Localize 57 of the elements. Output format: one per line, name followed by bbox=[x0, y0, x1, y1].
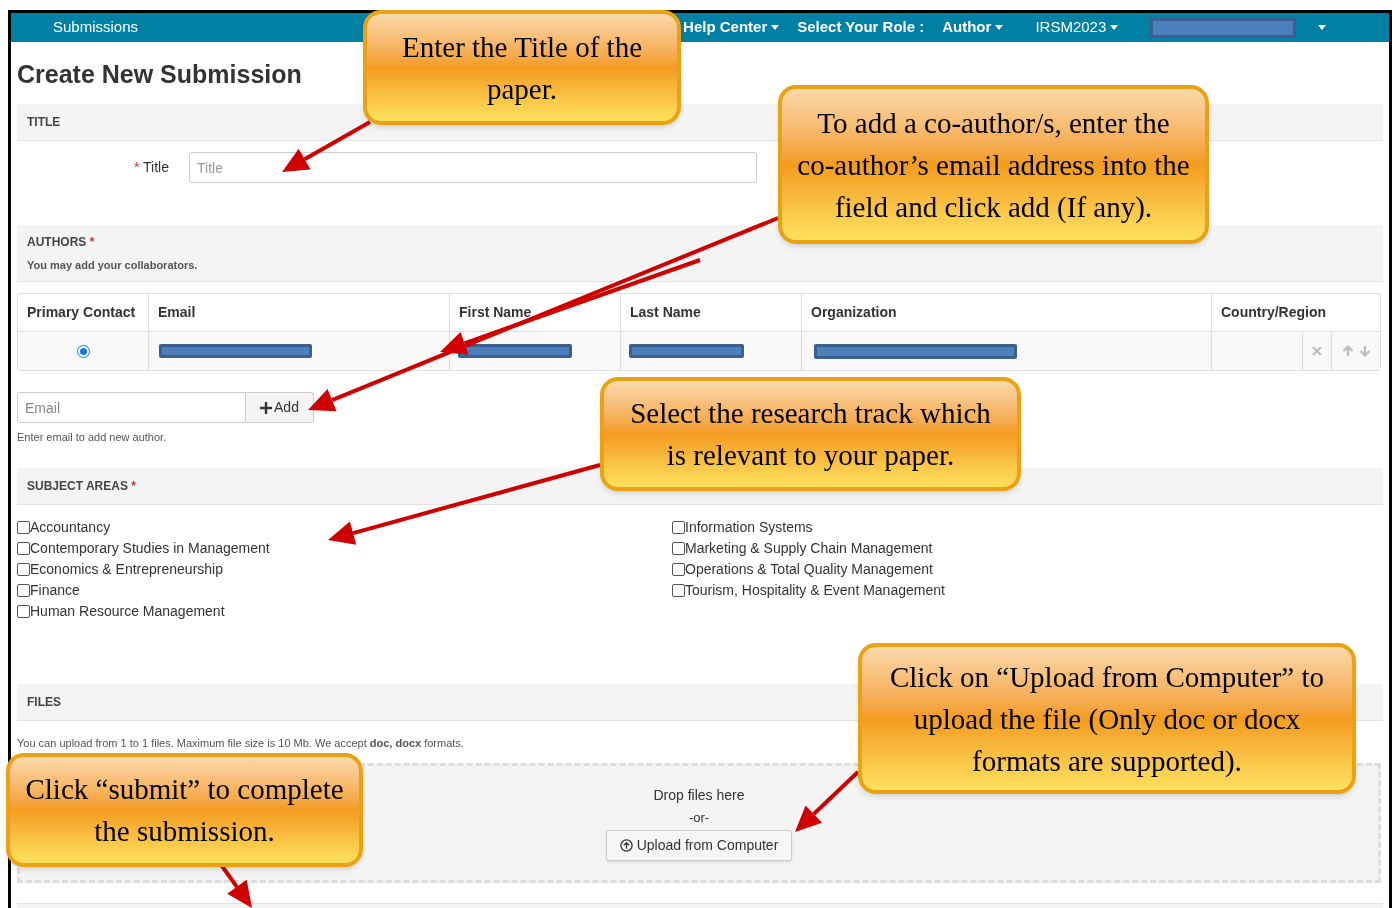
caret-icon bbox=[771, 25, 780, 30]
column-header: First Name bbox=[450, 294, 621, 331]
section-title: FILES bbox=[27, 693, 61, 711]
field-label: * Title bbox=[132, 158, 170, 177]
checkbox[interactable] bbox=[17, 604, 30, 618]
section-title: SUBJECT AREAS * bbox=[27, 477, 136, 495]
upload-circle-icon bbox=[619, 838, 633, 852]
checkbox[interactable] bbox=[672, 583, 685, 597]
title-input[interactable]: Title bbox=[189, 152, 757, 183]
callout-text: To add a co-author/s, enter the co-author’s email address into the field and click add (If any). bbox=[796, 105, 1191, 225]
caret-icon bbox=[1110, 25, 1119, 30]
callout-text: Select the research track which is relevant to your paper. bbox=[629, 396, 992, 473]
column-header: Primary Contact bbox=[18, 294, 149, 331]
radio-button[interactable] bbox=[76, 344, 90, 358]
files-note: You can upload from 1 to 1 files. Maximum file size is 10 Mb. We accept doc, docx formats. bbox=[17, 735, 465, 751]
caret-icon bbox=[1318, 25, 1327, 30]
checkbox[interactable] bbox=[17, 520, 30, 534]
checkbox[interactable] bbox=[17, 583, 30, 597]
nav-menu[interactable]: Select Your Role : bbox=[797, 16, 925, 39]
checkbox[interactable] bbox=[672, 541, 685, 555]
checkbox[interactable] bbox=[17, 541, 30, 555]
checkbox[interactable] bbox=[672, 562, 685, 576]
column-header: Organization bbox=[802, 294, 1212, 331]
checkbox[interactable] bbox=[17, 562, 30, 576]
nav-menu[interactable]: IRSM2023 bbox=[1035, 16, 1119, 39]
section-note: You may add your collaborators. bbox=[27, 257, 199, 273]
checkbox-label: Finance bbox=[30, 580, 80, 600]
checkbox-label: Contemporary Studies in Management bbox=[30, 538, 270, 558]
checkbox-label: Accountancy bbox=[30, 517, 111, 537]
pointer-arrow bbox=[795, 770, 860, 832]
page-title: Create New Submission bbox=[17, 59, 303, 90]
checkbox-label: Marketing & Supply Chain Management bbox=[685, 538, 933, 558]
checkbox-label: Information Systems bbox=[685, 517, 813, 537]
add-button[interactable]: Add bbox=[246, 392, 314, 423]
caret-icon bbox=[995, 25, 1004, 30]
checkbox-label: Operations & Total Quality Management bbox=[685, 559, 933, 579]
checkbox-label: Human Resource Management bbox=[30, 601, 225, 621]
checkbox[interactable] bbox=[672, 520, 685, 534]
nav-link[interactable]: Submissions bbox=[53, 16, 139, 39]
upload-button[interactable]: Upload from Computer bbox=[605, 829, 793, 861]
section-title: AUTHORS * bbox=[27, 233, 96, 251]
checkbox-label: Tourism, Hospitality & Event Management bbox=[685, 580, 945, 600]
email-input[interactable]: Email bbox=[17, 392, 246, 423]
plus-icon bbox=[260, 401, 273, 414]
separator-text: -or- bbox=[688, 809, 710, 828]
column-header: Email bbox=[149, 294, 450, 331]
nav-menu[interactable]: Help Center bbox=[683, 16, 780, 39]
callout-text: Click “submit” to complete the submission. bbox=[24, 772, 345, 849]
drop-text: Drop files here bbox=[653, 786, 745, 806]
help-text: Enter email to add new author. bbox=[17, 430, 168, 445]
callout-text: Enter the Title of the paper. bbox=[401, 29, 643, 107]
checkbox-label: Economics & Entrepreneurship bbox=[30, 559, 223, 579]
nav-menu[interactable]: Author bbox=[942, 16, 1004, 39]
section-title: TITLE bbox=[27, 114, 61, 131]
pointer-arrow bbox=[220, 864, 252, 908]
column-header: Country/Region bbox=[1220, 303, 1327, 322]
column-header: Last Name bbox=[621, 294, 802, 331]
